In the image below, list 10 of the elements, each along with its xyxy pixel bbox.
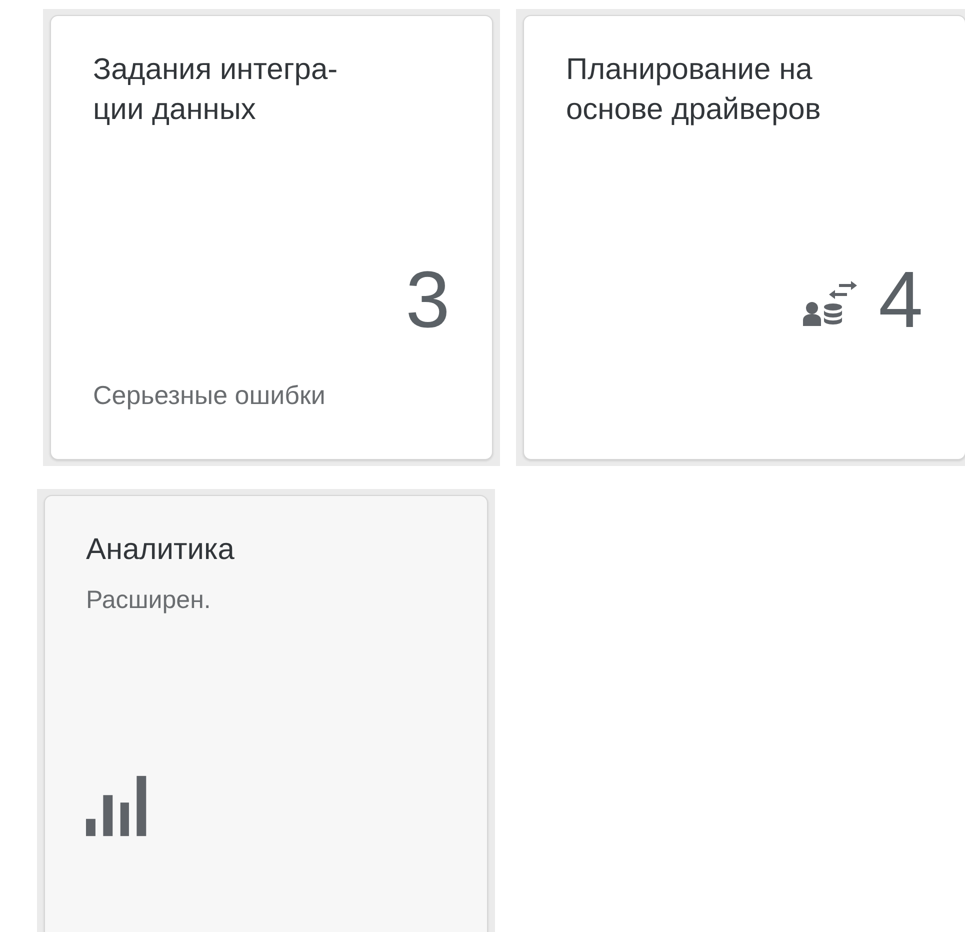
kpi-number: 3 [406,260,450,340]
kpi-number: 4 [878,260,923,340]
tile-title: Аналитика [86,532,236,568]
tile-subtitle: Расширен. [86,586,212,615]
tile-card[interactable]: Задания интегра-ции данных 3 Серьезные ошибки [50,15,493,460]
tile-card[interactable]: Планирование на основе драйверов 4 [523,15,965,460]
tile-footer: Серьезные ошибки [93,380,450,459]
tile-title: Задания интегра-ции данных [93,52,339,128]
tile-card[interactable]: Аналитика Расширен. [44,495,488,932]
tile-title: Планирование на основе драйверов [566,52,822,128]
